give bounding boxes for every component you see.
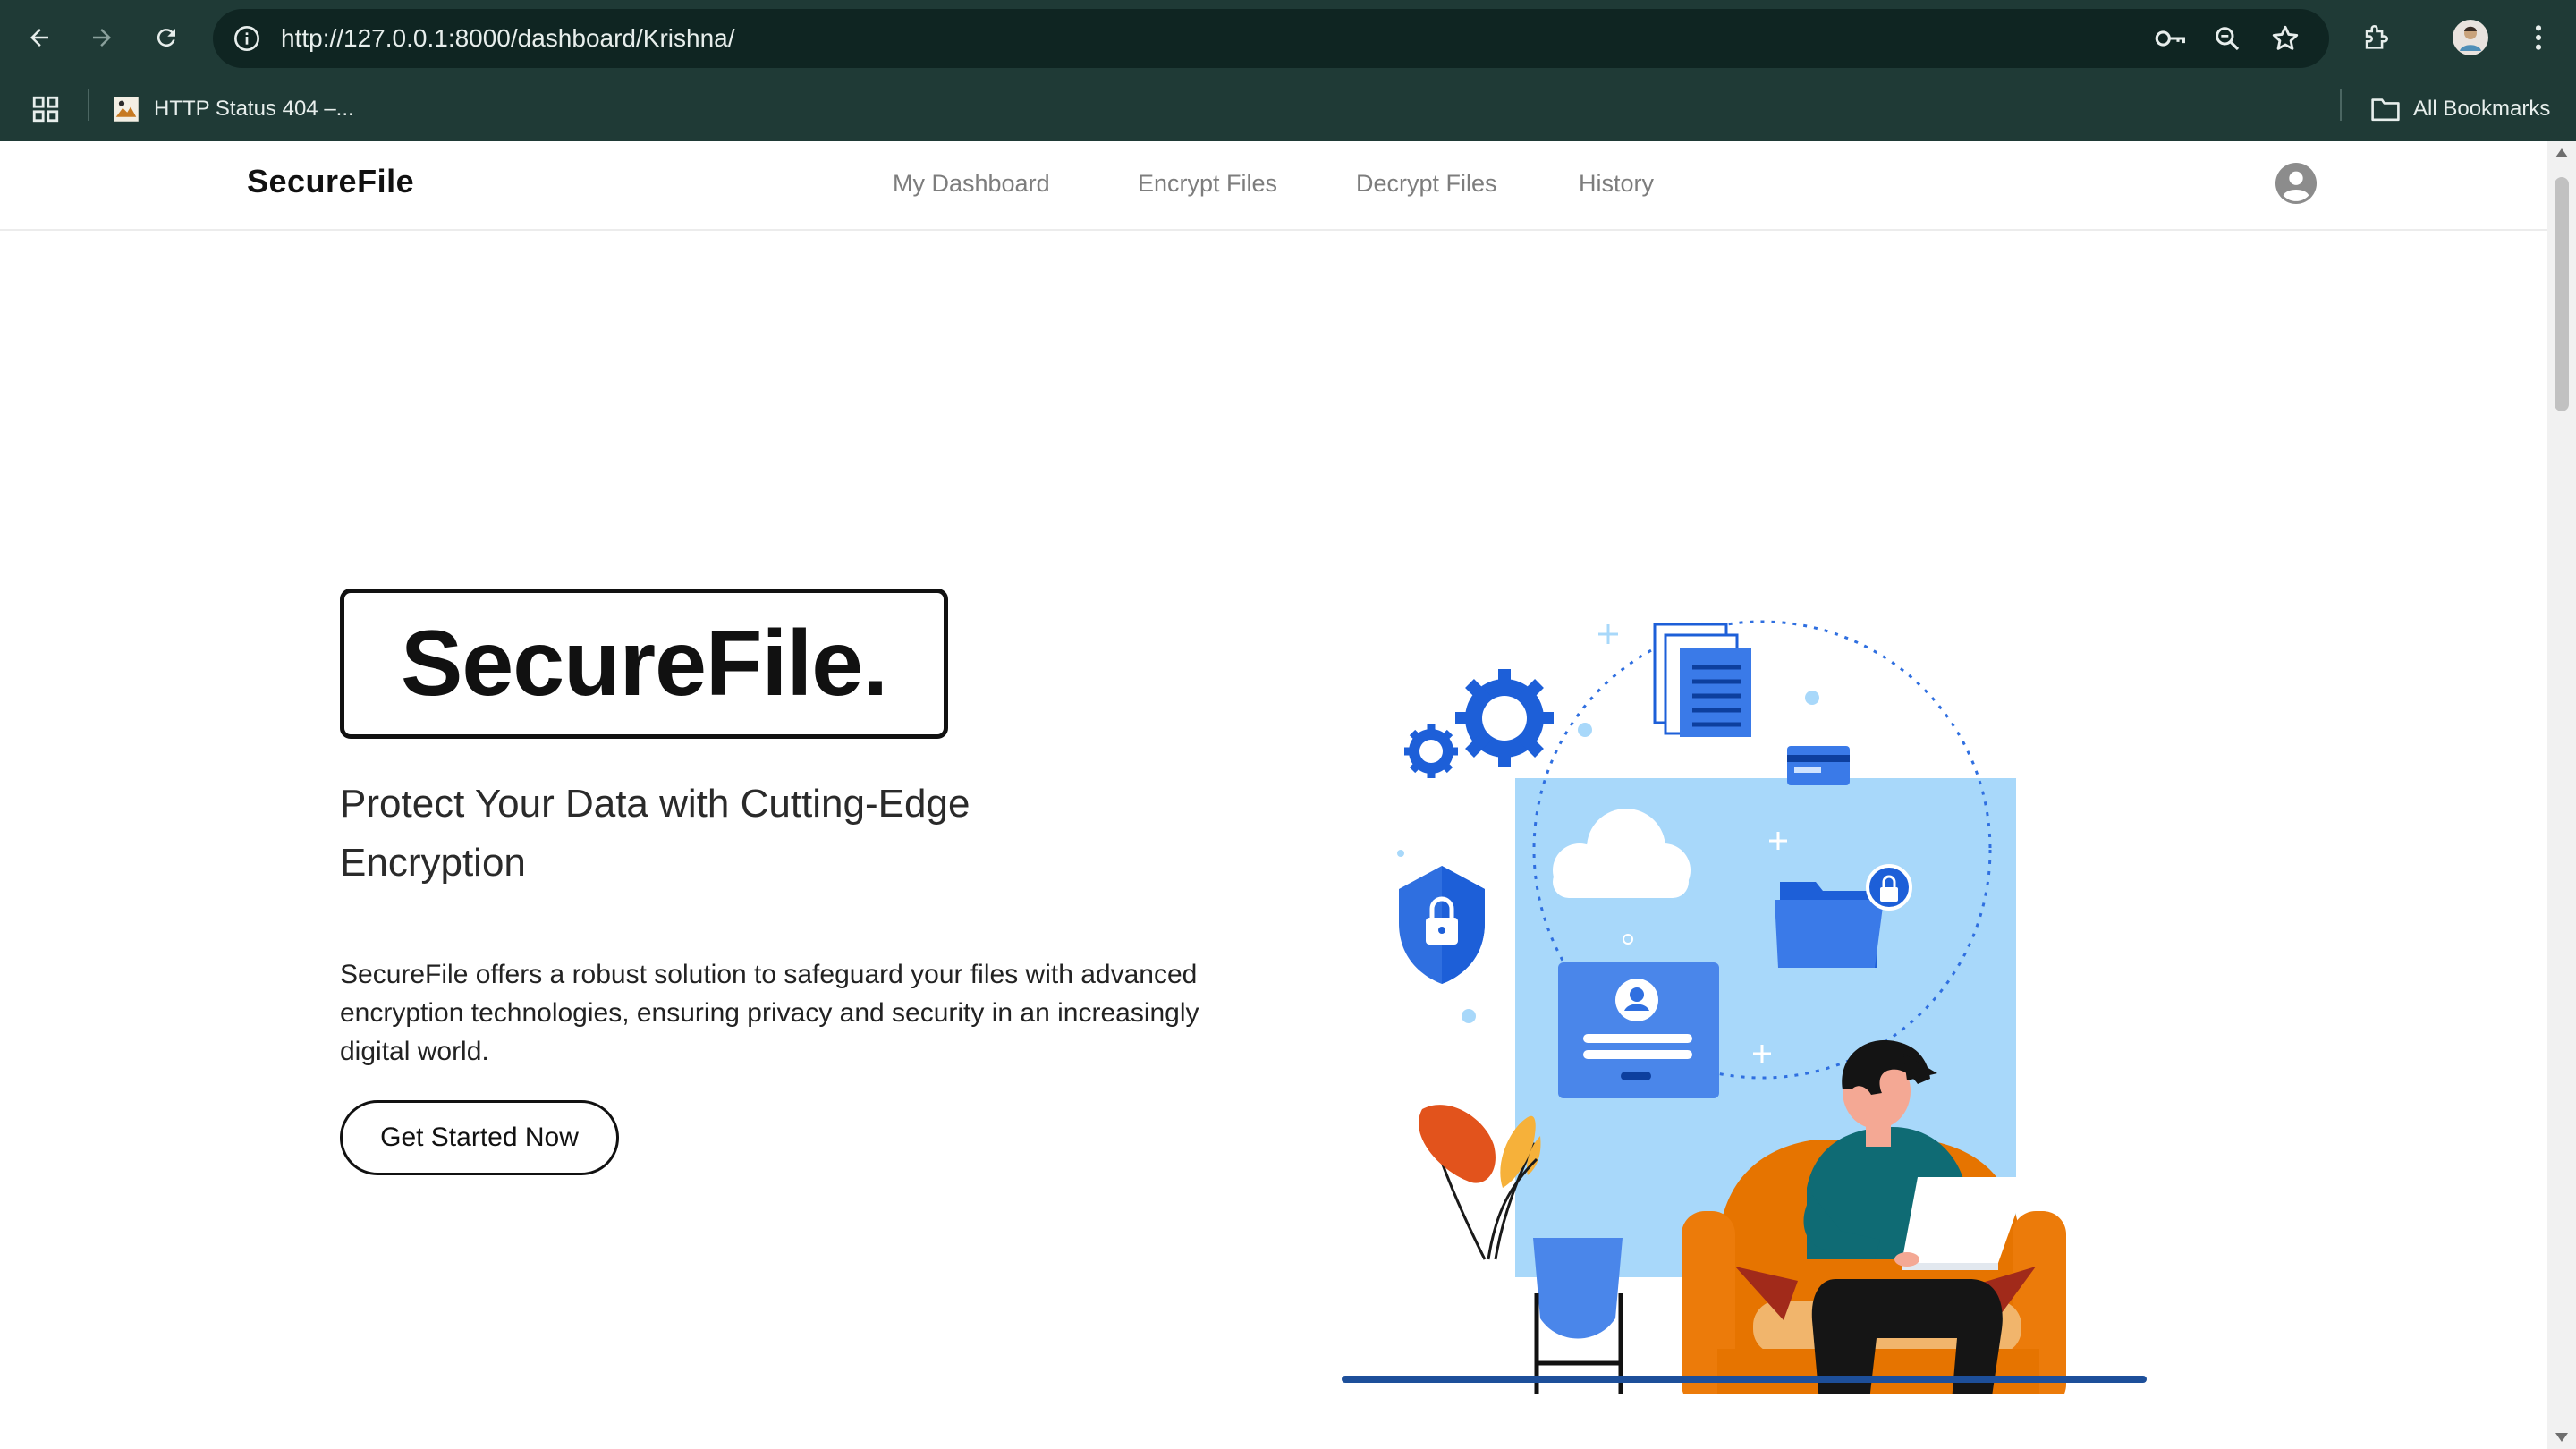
bookmark-divider	[88, 89, 89, 121]
forward-icon	[93, 29, 111, 47]
bookmarks-bar: HTTP Status 404 –... All Bookmarks	[0, 77, 2576, 141]
back-icon	[30, 29, 48, 47]
apps-button[interactable]	[30, 77, 61, 141]
reload-icon	[157, 29, 175, 47]
navbar: SecureFile My Dashboard Encrypt Files De…	[0, 141, 2547, 231]
site-info-icon[interactable]	[233, 24, 261, 53]
bookmark-label: HTTP Status 404 –...	[154, 97, 354, 121]
menu-icon	[2535, 25, 2542, 50]
back-button[interactable]	[14, 13, 64, 63]
forward-button[interactable]	[77, 13, 127, 63]
url-text[interactable]: http://127.0.0.1:8000/dashboard/Krishna/	[281, 9, 735, 68]
page-viewport: SecureFile My Dashboard Encrypt Files De…	[0, 141, 2547, 1449]
bookmark-divider	[2340, 89, 2342, 121]
folder-icon	[2371, 98, 2400, 122]
nav-encrypt-files[interactable]: Encrypt Files	[1138, 170, 1277, 198]
reload-button[interactable]	[141, 13, 191, 63]
nav-history[interactable]: History	[1579, 170, 1654, 198]
all-bookmarks-label: All Bookmarks	[2413, 97, 2551, 121]
nav-decrypt-files[interactable]: Decrypt Files	[1356, 170, 1497, 198]
zoom-icon[interactable]	[2213, 24, 2241, 53]
apps-grid-icon	[32, 96, 59, 123]
address-bar[interactable]: http://127.0.0.1:8000/dashboard/Krishna/	[213, 9, 2329, 68]
bookmark-item[interactable]: HTTP Status 404 –...	[113, 77, 354, 141]
scroll-down-icon[interactable]	[2555, 1431, 2569, 1444]
hero-title: SecureFile.	[401, 611, 888, 716]
all-bookmarks-button[interactable]: All Bookmarks	[2370, 77, 2550, 141]
profile-avatar-icon	[2453, 20, 2488, 55]
security-illustration	[1342, 620, 2147, 1394]
password-key-icon[interactable]	[2154, 24, 2186, 53]
nav-my-dashboard[interactable]: My Dashboard	[893, 170, 1050, 198]
get-started-button[interactable]: Get Started Now	[340, 1100, 619, 1175]
profile-button[interactable]	[2445, 13, 2496, 63]
user-account-icon[interactable]	[2275, 163, 2317, 204]
bookmark-favicon	[114, 97, 139, 122]
scroll-up-icon[interactable]	[2555, 147, 2569, 159]
brand-logo[interactable]: SecureFile	[247, 163, 414, 200]
hero-subtitle: Protect Your Data with Cutting-Edge Encr…	[340, 782, 970, 885]
scrollbar-thumb[interactable]	[2555, 177, 2569, 411]
menu-button[interactable]	[2513, 13, 2563, 63]
extensions-icon	[2365, 25, 2388, 49]
browser-chrome: http://127.0.0.1:8000/dashboard/Krishna/	[0, 0, 2576, 141]
hero-title-box: SecureFile.	[340, 589, 948, 739]
star-icon[interactable]	[2270, 23, 2301, 54]
extensions-button[interactable]	[2351, 13, 2401, 63]
hero-description: SecureFile offers a robust solution to s…	[340, 960, 1199, 1066]
